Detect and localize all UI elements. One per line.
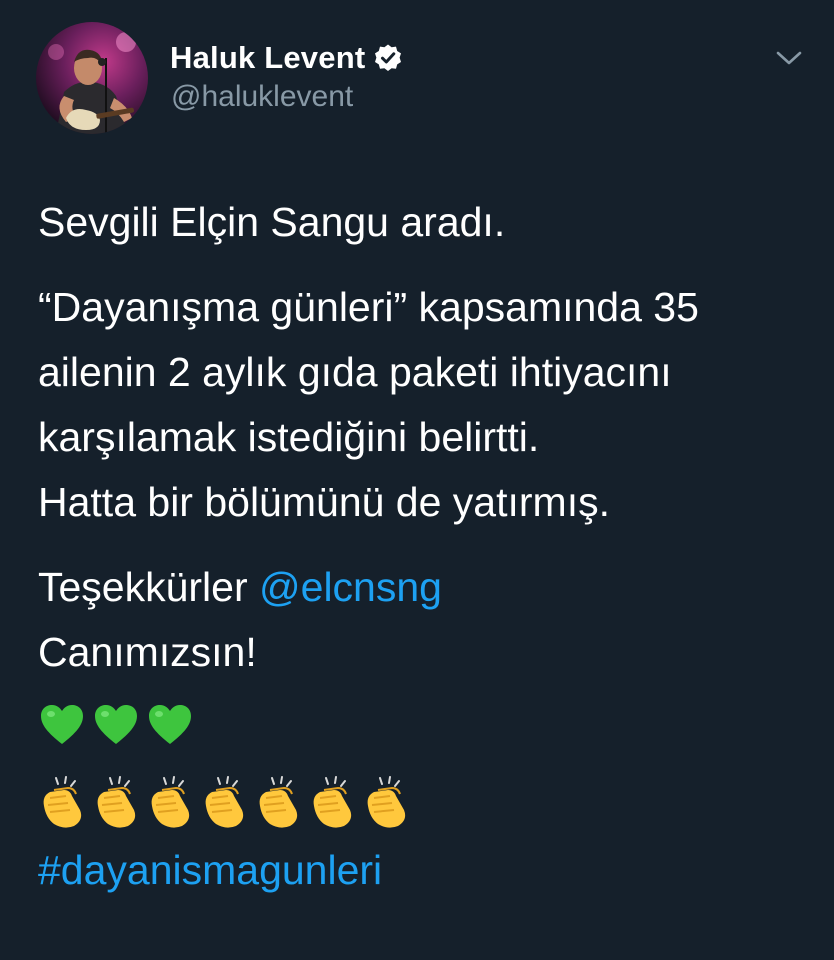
tweet-line: Hatta bir bölümünü de yatırmış.: [38, 479, 610, 525]
tweet-text: Sevgili Elçin Sangu aradı. “Dayanışma gü…: [38, 190, 818, 903]
clapping-hands-icon: [367, 776, 406, 828]
hearts-row: [38, 691, 818, 756]
clapping-hands-icon: [97, 776, 136, 828]
clapping-hands-icon: [313, 776, 352, 828]
chevron-down-icon[interactable]: [772, 46, 806, 70]
tweet-line: Sevgili Elçin Sangu aradı.: [38, 199, 506, 245]
clapping-hands-icon: [259, 776, 298, 828]
green-heart-icon: [41, 704, 83, 744]
green-heart-icon: [149, 704, 191, 744]
tweet-line: “Dayanışma günleri” kapsamında 35: [38, 284, 699, 330]
hashtag-link[interactable]: #dayanismagunleri: [38, 838, 818, 903]
avatar[interactable]: [36, 22, 148, 134]
thanks-line: Teşekkürler @elcnsng: [38, 555, 818, 620]
verified-badge-icon: [373, 43, 403, 73]
mention-link[interactable]: @elcnsng: [259, 564, 442, 610]
tweet-line: Canımızsın!: [38, 629, 257, 675]
user-handle[interactable]: @haluklevent: [171, 80, 353, 114]
green-heart-icon: [95, 704, 137, 744]
avatar-image: [36, 22, 148, 134]
clapping-hands-icon: [205, 776, 244, 828]
author-name-row[interactable]: Haluk Levent: [170, 38, 403, 78]
clapping-hands-icon: [43, 776, 82, 828]
tweet-line: karşılamak istediğini belirtti.: [38, 414, 540, 460]
claps-row: [38, 768, 818, 838]
tweet-line: ailenin 2 aylık gıda paketi ihtiyacını: [38, 349, 672, 395]
clapping-hands-icon: [151, 776, 190, 828]
display-name[interactable]: Haluk Levent: [170, 40, 365, 76]
thanks-text: Teşekkürler: [38, 564, 260, 610]
